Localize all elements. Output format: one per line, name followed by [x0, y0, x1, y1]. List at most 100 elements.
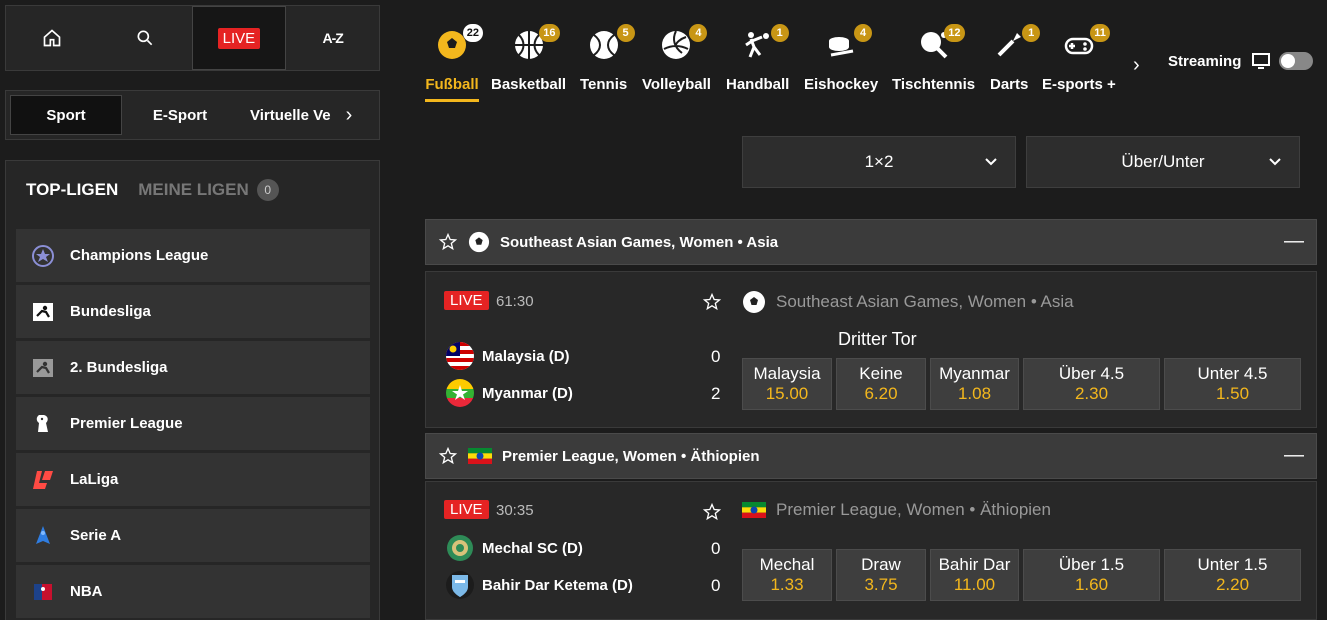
competition-name: Southeast Asian Games, Women • Asia: [776, 292, 1074, 311]
match-time: 61:30: [496, 293, 534, 310]
team-name: Myanmar (D): [482, 384, 573, 402]
odd-value: 15.00: [765, 384, 809, 403]
sport-item-handball[interactable]: 1 Handball: [726, 24, 789, 93]
star-icon[interactable]: [702, 502, 722, 522]
competition-name: Premier League, Women • Äthiopien: [776, 500, 1051, 519]
search-icon: [137, 30, 153, 46]
league-item-serie-a[interactable]: Serie A: [16, 509, 370, 562]
odd-button[interactable]: Über 1.5 1.60: [1023, 549, 1160, 601]
monitor-icon: [1252, 53, 1271, 69]
odd-value: 11.00: [953, 575, 996, 594]
match-time: 30:35: [496, 502, 534, 519]
sport-count: 16: [539, 24, 560, 42]
ethiopia-flag-icon: [742, 502, 766, 518]
market-select-1x2[interactable]: 1×2: [742, 136, 1016, 188]
sport-item-volleyball[interactable]: 4 Volleyball: [642, 24, 711, 93]
collapse-icon[interactable]: —: [1284, 230, 1304, 253]
basketball-icon: 16: [512, 24, 560, 62]
sport-item-tennis[interactable]: 5 Tennis: [580, 24, 635, 93]
sport-item-icehockey[interactable]: 4 Eishockey: [804, 24, 878, 93]
sport-count: 1: [770, 24, 789, 42]
star-icon[interactable]: [702, 292, 722, 312]
serie-a-icon: [30, 523, 56, 549]
away-score: 2: [711, 384, 721, 403]
nba-icon: [30, 579, 56, 605]
star-icon[interactable]: [438, 232, 458, 252]
match-competition: Southeast Asian Games, Women • Asia: [742, 290, 1074, 314]
tab-esport[interactable]: E-Sport: [122, 95, 238, 135]
table-tennis-icon: 12: [917, 24, 965, 62]
volleyball-icon: 4: [659, 24, 708, 62]
sport-count: 11: [1090, 24, 1110, 42]
az-button[interactable]: A-Z: [286, 6, 379, 70]
competition-header[interactable]: Southeast Asian Games, Women • Asia —: [425, 219, 1317, 265]
tab-sport[interactable]: Sport: [10, 95, 122, 135]
odd-button[interactable]: Keine 6.20: [836, 358, 926, 410]
away-team: Myanmar (D): [446, 379, 573, 407]
search-button[interactable]: [99, 6, 192, 70]
league-item-premier-league[interactable]: Premier League: [16, 397, 370, 450]
odd-value: 1.60: [1074, 575, 1109, 594]
live-label: LIVE: [217, 27, 261, 49]
sport-label: Fußball: [425, 76, 479, 93]
home-score: 0: [711, 347, 721, 366]
odd-label: Bahir Dar: [938, 555, 1011, 574]
odd-label: Über 1.5: [1058, 555, 1125, 574]
market-select-over-under[interactable]: Über/Unter: [1026, 136, 1300, 188]
odd-button[interactable]: Mechal 1.33: [742, 549, 832, 601]
competition-title: Southeast Asian Games, Women • Asia: [500, 233, 779, 251]
odd-button[interactable]: Über 4.5 2.30: [1023, 358, 1160, 410]
league-name: NBA: [70, 583, 103, 600]
league-item-laliga[interactable]: LaLiga: [16, 453, 370, 506]
odd-value: 6.20: [864, 384, 898, 403]
league-item-nba[interactable]: NBA: [16, 565, 370, 618]
chevron-down-icon: [1269, 158, 1281, 166]
odd-value: 2.30: [1074, 384, 1109, 403]
odd-button[interactable]: Myanmar 1.08: [930, 358, 1019, 410]
odd-label: Draw: [861, 555, 901, 574]
match-card[interactable]: LIVE 30:35 Premier League, Women • Äthio…: [425, 481, 1317, 620]
star-icon[interactable]: [438, 446, 458, 466]
chevron-down-icon: [985, 158, 997, 166]
match-card[interactable]: LIVE 61:30 Southeast Asian Games, Women …: [425, 271, 1317, 428]
home-button[interactable]: [6, 6, 99, 70]
league-item-2-bundesliga[interactable]: 2. Bundesliga: [16, 341, 370, 394]
my-leagues-count: 0: [256, 179, 279, 201]
streaming-label: Streaming: [1168, 52, 1242, 70]
odd-label: Mechal: [759, 555, 815, 574]
live-button[interactable]: LIVE: [191, 6, 287, 70]
league-item-champions-league[interactable]: Champions League: [16, 229, 370, 282]
chevron-right-icon[interactable]: ›: [1133, 54, 1140, 77]
competition-header[interactable]: Premier League, Women • Äthiopien —: [425, 433, 1317, 479]
odd-button[interactable]: Malaysia 15.00: [742, 358, 832, 410]
chevron-right-icon[interactable]: ›: [334, 95, 364, 135]
odd-label: Über 4.5: [1058, 364, 1125, 383]
tab-my-leagues[interactable]: MEINE LIGEN: [138, 180, 249, 200]
odd-button[interactable]: Unter 1.5 2.20: [1164, 549, 1301, 601]
odd-button[interactable]: Bahir Dar 11.00: [930, 549, 1019, 601]
sport-label: E-sports +: [1042, 76, 1116, 93]
soccer-ball-icon: [468, 231, 490, 253]
sport-label: Tennis: [580, 76, 628, 93]
streaming-switch[interactable]: [1279, 52, 1314, 70]
live-indicator: LIVE: [444, 500, 489, 519]
sport-count: 4: [854, 24, 873, 42]
sport-item-tabletennis[interactable]: 12 Tischtennis: [892, 24, 975, 93]
league-name: Bundesliga: [70, 303, 151, 320]
team-name: Malaysia (D): [482, 347, 570, 365]
collapse-icon[interactable]: —: [1284, 444, 1304, 467]
odd-value: 1.08: [957, 384, 992, 403]
tab-virtual[interactable]: Virtuelle Ve: [238, 95, 334, 135]
odd-button[interactable]: Draw 3.75: [836, 549, 926, 601]
odd-button[interactable]: Unter 4.5 1.50: [1164, 358, 1301, 410]
sport-item-esports[interactable]: 11 E-sports +: [1042, 24, 1116, 93]
league-item-bundesliga[interactable]: Bundesliga: [16, 285, 370, 338]
home-team: Malaysia (D): [446, 342, 570, 370]
tab-top-leagues[interactable]: TOP-LIGEN: [26, 180, 118, 200]
sport-item-football[interactable]: 22 Fußball: [425, 24, 483, 102]
sport-item-basketball[interactable]: 16 Basketball: [491, 24, 566, 93]
home-team: Mechal SC (D): [446, 534, 583, 562]
sport-item-darts[interactable]: 1 Darts: [990, 24, 1041, 93]
league-name: Champions League: [70, 247, 209, 264]
team-crest-icon: [446, 534, 474, 562]
